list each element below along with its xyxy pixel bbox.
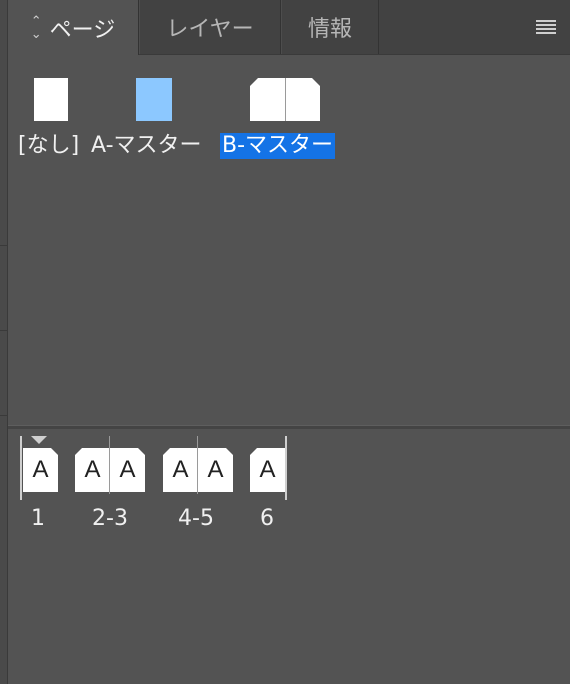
page-number-label[interactable]: 4-5 — [166, 506, 226, 531]
page-number-label[interactable]: 6 — [252, 506, 282, 531]
tab-layers-label: レイヤー — [166, 17, 254, 42]
tab-info-label: 情報 — [307, 17, 352, 42]
master-none-thumbnail[interactable] — [34, 78, 68, 121]
up-down-chevron-icon[interactable]: ⌃ ⌄ — [31, 15, 42, 41]
spread-edge-line — [20, 436, 22, 500]
page-master-letter: A — [119, 456, 136, 483]
dog-ear-left — [250, 78, 258, 86]
pages-panel: ⌃ ⌄ ページ レイヤー 情報 [なし] A-マスター B-マスター A 1 A… — [8, 0, 570, 684]
page-thumbnail[interactable]: A — [250, 448, 285, 492]
master-a-label[interactable]: A-マスター — [91, 133, 202, 159]
page-master-letter: A — [259, 456, 276, 483]
tab-pages-label: ページ — [49, 17, 116, 43]
master-b-thumbnail[interactable] — [250, 78, 320, 121]
master-none-label[interactable]: [なし] — [18, 133, 79, 159]
page-thumbnail[interactable]: A — [75, 448, 110, 492]
page-number-label[interactable]: 1 — [23, 506, 53, 531]
page-master-letter: A — [32, 456, 49, 483]
document-pages-section: A 1 A A 2-3 A A 4-5 A 6 — [8, 428, 570, 684]
page-thumbnail[interactable]: A — [23, 448, 58, 492]
page-thumbnail[interactable]: A — [110, 448, 145, 492]
panel-tab-bar: ⌃ ⌄ ページ レイヤー 情報 — [8, 0, 570, 55]
page-master-letter: A — [207, 456, 224, 483]
page-master-letter: A — [84, 456, 101, 483]
left-edge-strip — [0, 0, 8, 684]
tab-info[interactable]: 情報 — [281, 0, 379, 54]
page-master-letter: A — [172, 456, 189, 483]
current-page-indicator-icon — [31, 436, 47, 444]
hamburger-menu-icon[interactable] — [536, 20, 556, 34]
master-a-thumbnail[interactable] — [136, 78, 172, 121]
master-pages-section: [なし] A-マスター B-マスター — [8, 55, 570, 425]
tab-pages[interactable]: ⌃ ⌄ ページ — [8, 0, 139, 55]
dog-ear-right — [312, 78, 320, 86]
tab-layers[interactable]: レイヤー — [139, 0, 281, 54]
master-b-label[interactable]: B-マスター — [220, 133, 336, 159]
page-number-label[interactable]: 2-3 — [80, 506, 140, 531]
page-thumbnail[interactable]: A — [198, 448, 233, 492]
page-thumbnail[interactable]: A — [163, 448, 198, 492]
spread-edge-line — [285, 436, 287, 500]
spread-spine — [285, 78, 286, 121]
